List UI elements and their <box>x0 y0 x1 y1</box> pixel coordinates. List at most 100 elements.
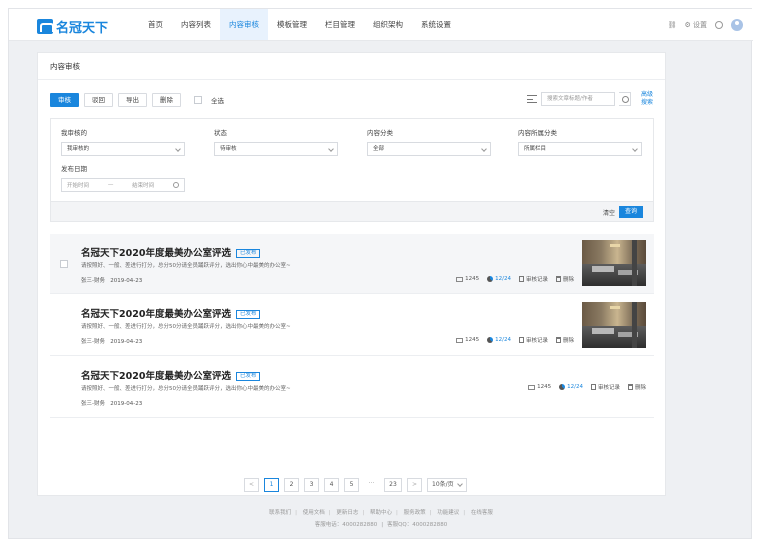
article-thumbnail[interactable] <box>582 302 646 348</box>
filter-column-label: 内容所属分类 <box>518 129 557 137</box>
article-meta: 张三-财务 2019-04-23 <box>81 339 143 345</box>
date-range-picker[interactable]: 开始时间 — 结束时间 <box>61 178 185 192</box>
nav-item-organization[interactable]: 组织架构 <box>364 9 412 40</box>
clear-button[interactable]: 清空 <box>603 208 615 217</box>
select-all-checkbox[interactable] <box>194 96 202 104</box>
footer-link[interactable]: 使用文档 <box>303 510 325 516</box>
date-end[interactable]: 结束时间 <box>132 181 154 189</box>
query-button[interactable]: 查询 <box>618 206 643 218</box>
app-frame: 名冠天下 首页 内容列表 内容审核 模板管理 栏目管理 组织架构 系统设置 ⛓ … <box>8 8 753 539</box>
nav-item-system-settings[interactable]: 系统设置 <box>412 9 460 40</box>
comments-stat: 1245 <box>456 276 479 282</box>
reads-stat: 12/24 <box>487 337 511 343</box>
settings-button[interactable]: ⚙ 设置 <box>684 20 707 30</box>
delete-button[interactable]: 删除 <box>152 93 181 107</box>
row-checkbox[interactable] <box>60 260 68 268</box>
filter-category-label: 内容分类 <box>367 129 393 137</box>
row-delete-button[interactable]: 删除 <box>555 336 574 344</box>
article-title[interactable]: 名冠天下2020年度最美办公室评选 已发布 <box>81 245 261 259</box>
audit-record-link[interactable]: 审核记录 <box>518 275 548 283</box>
list-item[interactable]: 名冠天下2020年度最美办公室评选 已发布 请按照好、一般、差进行打分，总分50分… <box>50 234 654 294</box>
audit-record-link[interactable]: 审核记录 <box>518 336 548 344</box>
reads-stat: 12/24 <box>559 384 583 390</box>
approve-button[interactable]: 审核 <box>50 93 79 107</box>
help-icon[interactable] <box>715 20 723 29</box>
last-page-button[interactable]: 23 <box>384 478 402 492</box>
footer-link[interactable]: 联系我们 <box>269 510 291 516</box>
footer-link[interactable]: 服务政策 <box>404 510 426 516</box>
select-all-label: 全选 <box>211 97 224 105</box>
article-stats: 1245 12/24 审核记录 删除 <box>456 275 574 283</box>
filter-org: 我审核的 我审核的 <box>61 127 185 156</box>
filter-panel: 我审核的 我审核的 状态 待审核 内容分类 全部 内容所属分类 所属栏目 发布日… <box>50 118 654 222</box>
nav-item-templates[interactable]: 模板管理 <box>268 9 316 40</box>
row-delete-button[interactable]: 删除 <box>555 275 574 283</box>
next-page-button[interactable]: > <box>407 478 422 492</box>
search-input[interactable]: 搜索文章标题/作者 <box>541 92 615 106</box>
gear-icon: ⚙ <box>684 20 691 29</box>
content-card: 内容审核 审核 驳回 导出 删除 全选 搜索文章标题/作者 高级搜索 我审核的 … <box>37 52 666 496</box>
message-icon <box>528 384 536 390</box>
trash-icon <box>555 276 561 282</box>
article-desc: 请按照好、一般、差进行打分，总分50分请全员踊跃评分，选出你心中最美的办公室~ <box>81 263 291 269</box>
audit-record-link[interactable]: 审核记录 <box>590 383 620 391</box>
filter-date: 发布日期 开始时间 — 结束时间 <box>61 163 185 192</box>
nav-item-columns[interactable]: 栏目管理 <box>316 9 364 40</box>
advanced-search-link[interactable]: 高级搜索 <box>641 91 653 107</box>
page-title: 内容审核 <box>38 53 665 80</box>
page-4-button[interactable]: 4 <box>324 478 339 492</box>
status-badge: 已发布 <box>235 372 261 381</box>
list-item[interactable]: 名冠天下2020年度最美办公室评选 已发布 请按照好、一般、差进行打分，总分50分… <box>50 295 654 356</box>
footer-phone: 客服电话：4000282880 <box>314 522 378 528</box>
filter-column-select[interactable]: 所属栏目 <box>518 142 642 156</box>
row-delete-button[interactable]: 删除 <box>627 383 646 391</box>
article-meta: 张三-财务 2019-04-23 <box>81 278 143 284</box>
footer-link[interactable]: 功能建议 <box>437 510 459 516</box>
page-2-button[interactable]: 2 <box>284 478 299 492</box>
message-icon <box>456 337 464 343</box>
page-5-button[interactable]: 5 <box>344 478 359 492</box>
nav-item-home[interactable]: 首页 <box>139 9 172 40</box>
brand-name: 名冠天下 <box>56 21 109 36</box>
document-icon <box>590 384 596 390</box>
pie-icon <box>487 337 494 343</box>
footer-contact: 客服电话：4000282880 | 客服QQ：4000282880 <box>314 522 448 528</box>
message-icon <box>456 276 464 282</box>
main-nav: 首页 内容列表 内容审核 模板管理 栏目管理 组织架构 系统设置 <box>139 9 460 40</box>
list-item[interactable]: 名冠天下2020年度最美办公室评选 已发布 请按照好、一般、差进行打分，总分50分… <box>50 357 654 418</box>
page-3-button[interactable]: 3 <box>304 478 319 492</box>
article-meta: 张三-财务 2019-04-23 <box>81 401 143 407</box>
footer-link[interactable]: 帮助中心 <box>370 510 392 516</box>
filter-category: 内容分类 全部 <box>367 127 491 156</box>
article-thumbnail[interactable] <box>582 240 646 286</box>
page-size-select[interactable]: 10条/页 <box>427 478 467 492</box>
prev-page-button[interactable]: < <box>244 478 259 492</box>
footer-link[interactable]: 在线客服 <box>471 510 493 516</box>
reject-button[interactable]: 驳回 <box>84 93 113 107</box>
comments-stat: 1245 <box>528 384 551 390</box>
article-title[interactable]: 名冠天下2020年度最美办公室评选 已发布 <box>81 306 261 320</box>
article-title[interactable]: 名冠天下2020年度最美办公室评选 已发布 <box>81 368 261 382</box>
nav-item-content-audit[interactable]: 内容审核 <box>220 9 268 40</box>
nav-item-content-list[interactable]: 内容列表 <box>172 9 220 40</box>
search-icon[interactable] <box>619 92 631 106</box>
logo[interactable]: 名冠天下 <box>37 17 108 36</box>
footer-link[interactable]: 更新日志 <box>336 510 358 516</box>
export-button[interactable]: 导出 <box>118 93 147 107</box>
sort-icon[interactable] <box>527 95 537 103</box>
link-icon[interactable]: ⛓ <box>668 21 677 29</box>
filter-org-label: 我审核的 <box>61 129 87 137</box>
filter-org-select[interactable]: 我审核的 <box>61 142 185 156</box>
filter-status-select[interactable]: 待审核 <box>214 142 338 156</box>
filter-status-label: 状态 <box>214 129 227 137</box>
date-start[interactable]: 开始时间 <box>67 181 89 189</box>
page-1-button[interactable]: 1 <box>264 478 279 492</box>
search-bar: 搜索文章标题/作者 高级搜索 <box>527 91 653 107</box>
article-stats: 1245 12/24 审核记录 删除 <box>456 336 574 344</box>
filter-category-select[interactable]: 全部 <box>367 142 491 156</box>
date-separator: — <box>107 182 114 188</box>
document-icon <box>518 337 524 343</box>
clock-icon <box>172 182 179 188</box>
avatar[interactable] <box>731 18 743 31</box>
reads-stat: 12/24 <box>487 276 511 282</box>
